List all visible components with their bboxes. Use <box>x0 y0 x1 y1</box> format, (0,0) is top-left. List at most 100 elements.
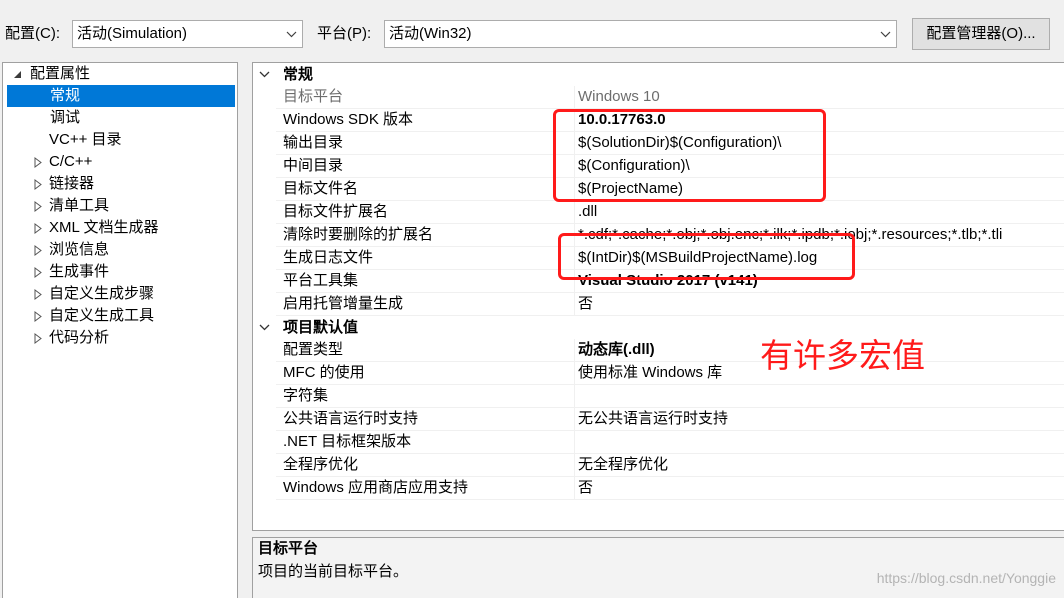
chevron-down-icon[interactable] <box>286 31 297 38</box>
section-header-project-defaults[interactable]: 项目默认值 <box>253 316 1064 339</box>
platform-label: 平台(P): <box>317 25 372 42</box>
collapsed-triangle-icon[interactable] <box>34 245 42 256</box>
section-header-general[interactable]: 常规 <box>253 63 1064 86</box>
property-name: 公共语言运行时支持 <box>276 408 575 431</box>
property-row-managed-incremental-build[interactable]: 启用托管增量生成 否 <box>253 293 1064 316</box>
property-row-clr-support[interactable]: 公共语言运行时支持 无公共语言运行时支持 <box>253 408 1064 431</box>
property-row-dotnet-target-framework[interactable]: .NET 目标框架版本 <box>253 431 1064 454</box>
collapsed-triangle-icon[interactable] <box>34 223 42 234</box>
property-name: 中间目录 <box>276 155 575 178</box>
row-gutter <box>253 132 276 155</box>
row-gutter <box>253 385 276 408</box>
tree-item-build-events[interactable]: 生成事件 <box>7 261 235 283</box>
tree-item-general[interactable]: 常规 <box>7 85 235 107</box>
collapsed-triangle-icon[interactable] <box>34 267 42 278</box>
section-title: 项目默认值 <box>283 319 359 336</box>
tree-item-vc-directories[interactable]: VC++ 目录 <box>7 129 235 151</box>
tree-item-label: 自定义生成工具 <box>49 307 155 324</box>
property-row-whole-program-optimization[interactable]: 全程序优化 无全程序优化 <box>253 454 1064 477</box>
property-row-target-platform[interactable]: 目标平台 Windows 10 <box>253 86 1064 109</box>
property-row-target-extension[interactable]: 目标文件扩展名 .dll <box>253 201 1064 224</box>
row-gutter <box>253 339 276 362</box>
configuration-label: 配置(C): <box>5 25 60 42</box>
collapsed-triangle-icon[interactable] <box>34 333 42 344</box>
property-tree: 配置属性 常规 调试 VC++ 目录 C/C++ 链接器 清单工具 XML 文档… <box>2 62 238 598</box>
property-name: 清除时要删除的扩展名 <box>276 224 575 247</box>
property-name: 平台工具集 <box>276 270 575 293</box>
property-row-windows-store-app-support[interactable]: Windows 应用商店应用支持 否 <box>253 477 1064 500</box>
property-value[interactable]: 否 <box>575 293 1064 316</box>
property-value[interactable] <box>575 431 1064 454</box>
row-gutter <box>253 362 276 385</box>
platform-dropdown[interactable]: 活动(Win32) <box>384 20 897 48</box>
property-row-character-set[interactable]: 字符集 <box>253 385 1064 408</box>
chevron-down-icon[interactable] <box>259 324 270 331</box>
annotation-text: 有许多宏值 <box>760 337 925 374</box>
tree-item-linker[interactable]: 链接器 <box>7 173 235 195</box>
property-name: Windows 应用商店应用支持 <box>276 477 575 500</box>
chevron-down-icon[interactable] <box>880 31 891 38</box>
tree-item-manifest-tool[interactable]: 清单工具 <box>7 195 235 217</box>
tree-item-label: VC++ 目录 <box>49 131 122 148</box>
section-title: 常规 <box>283 66 314 83</box>
tree-item-browse-information[interactable]: 浏览信息 <box>7 239 235 261</box>
section-gutter <box>253 316 276 339</box>
property-row-configuration-type[interactable]: 配置类型 动态库(.dll) <box>253 339 1064 362</box>
tree-item-c-cpp[interactable]: C/C++ <box>7 151 235 173</box>
annotation-box-macro-values <box>553 109 826 202</box>
row-gutter <box>253 270 276 293</box>
property-name: 启用托管增量生成 <box>276 293 575 316</box>
tree-item-label: 浏览信息 <box>49 241 110 258</box>
chevron-down-icon[interactable] <box>259 71 270 78</box>
property-name: 目标文件扩展名 <box>276 201 575 224</box>
description-title: 目标平台 <box>258 540 319 557</box>
property-value[interactable] <box>575 385 1064 408</box>
row-gutter <box>253 201 276 224</box>
property-name: 生成日志文件 <box>276 247 575 270</box>
tree-item-code-analysis[interactable]: 代码分析 <box>7 327 235 349</box>
row-gutter <box>253 477 276 500</box>
tree-item-label: 生成事件 <box>49 263 110 280</box>
collapsed-triangle-icon[interactable] <box>34 311 42 322</box>
property-name: 输出目录 <box>276 132 575 155</box>
tree-item-label: C/C++ <box>49 153 93 170</box>
property-name: Windows SDK 版本 <box>276 109 575 132</box>
expanded-triangle-icon[interactable] <box>13 70 22 79</box>
configuration-manager-button[interactable]: 配置管理器(O)... <box>912 18 1050 50</box>
property-value[interactable]: .dll <box>575 201 1064 224</box>
tree-item-label: 清单工具 <box>49 197 110 214</box>
tree-item-custom-build-step[interactable]: 自定义生成步骤 <box>7 283 235 305</box>
row-gutter <box>253 86 276 109</box>
property-value[interactable]: 无全程序优化 <box>575 454 1064 477</box>
row-gutter <box>253 155 276 178</box>
row-gutter <box>253 408 276 431</box>
tree-item-label: 自定义生成步骤 <box>49 285 155 302</box>
row-gutter <box>253 431 276 454</box>
annotation-box-build-log <box>558 233 855 280</box>
tree-item-label: 调试 <box>50 109 81 126</box>
tree-item-custom-build-tool[interactable]: 自定义生成工具 <box>7 305 235 327</box>
property-value[interactable]: Windows 10 <box>575 86 1064 109</box>
property-name: MFC 的使用 <box>276 362 575 385</box>
collapsed-triangle-icon[interactable] <box>34 179 42 190</box>
row-gutter <box>253 109 276 132</box>
configuration-dropdown[interactable]: 活动(Simulation) <box>72 20 303 48</box>
property-value[interactable]: 无公共语言运行时支持 <box>575 408 1064 431</box>
collapsed-triangle-icon[interactable] <box>34 157 42 168</box>
collapsed-triangle-icon[interactable] <box>34 201 42 212</box>
tree-item-label: 链接器 <box>49 175 95 192</box>
tree-item-debugging[interactable]: 调试 <box>7 107 235 129</box>
platform-dropdown-value: 活动(Win32) <box>389 25 472 42</box>
row-gutter <box>253 247 276 270</box>
collapsed-triangle-icon[interactable] <box>34 289 42 300</box>
property-row-use-of-mfc[interactable]: MFC 的使用 使用标准 Windows 库 <box>253 362 1064 385</box>
row-gutter <box>253 224 276 247</box>
row-gutter <box>253 454 276 477</box>
property-value[interactable]: 否 <box>575 477 1064 500</box>
tree-item-label: 代码分析 <box>49 329 110 346</box>
tree-item-xml-document-generator[interactable]: XML 文档生成器 <box>7 217 235 239</box>
tree-item-configuration-properties[interactable]: 配置属性 <box>7 63 235 85</box>
configuration-dropdown-value: 活动(Simulation) <box>77 25 188 42</box>
property-name: .NET 目标框架版本 <box>276 431 575 454</box>
property-name: 配置类型 <box>276 339 575 362</box>
